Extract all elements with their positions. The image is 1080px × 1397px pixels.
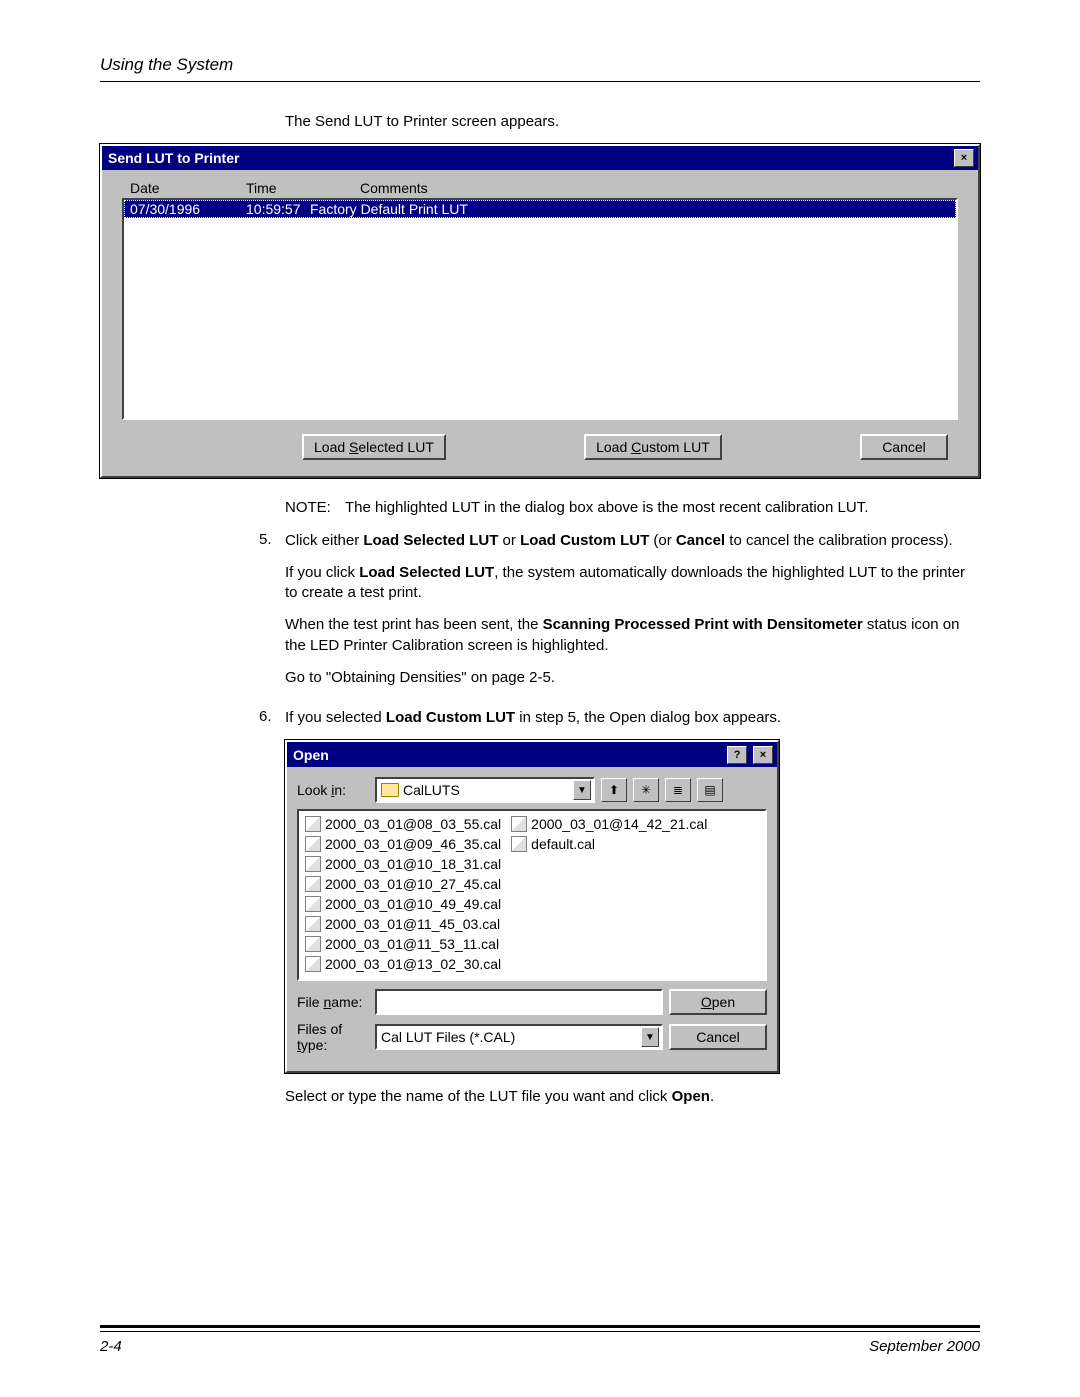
new-folder-icon[interactable]: ✳ bbox=[633, 778, 659, 802]
lookin-dropdown[interactable]: CalLUTS ▼ bbox=[375, 777, 595, 803]
file-icon bbox=[305, 956, 321, 972]
cancel-button[interactable]: Cancel bbox=[860, 434, 948, 460]
file-icon bbox=[305, 936, 321, 952]
close-icon[interactable]: × bbox=[753, 746, 773, 764]
load-selected-button[interactable]: Load Selected LUT bbox=[302, 434, 446, 460]
step5-p3: When the test print has been sent, the S… bbox=[285, 615, 980, 656]
cancel-button[interactable]: Cancel bbox=[669, 1024, 767, 1050]
file-name: 2000_03_01@11_53_11.cal bbox=[325, 936, 499, 952]
lut-listbox[interactable]: 07/30/1996 10:59:57 Factory Default Prin… bbox=[122, 198, 958, 420]
chevron-down-icon[interactable]: ▼ bbox=[573, 780, 591, 800]
file-icon bbox=[305, 816, 321, 832]
list-item[interactable]: 07/30/1996 10:59:57 Factory Default Prin… bbox=[124, 200, 956, 218]
step-number: 6. bbox=[259, 708, 285, 1120]
note: NOTE: The highlighted LUT in the dialog … bbox=[285, 498, 980, 518]
lookin-value: CalLUTS bbox=[403, 782, 460, 798]
col-comments: Comments bbox=[360, 180, 958, 196]
header-rule bbox=[100, 81, 980, 82]
file-icon bbox=[305, 896, 321, 912]
list-headers: Date Time Comments bbox=[122, 176, 958, 198]
up-folder-icon[interactable]: ⬆ bbox=[601, 778, 627, 802]
cell-comments: Factory Default Print LUT bbox=[310, 201, 952, 217]
note-text: The highlighted LUT in the dialog box ab… bbox=[345, 498, 868, 518]
cell-time: 10:59:57 bbox=[246, 201, 310, 217]
filetype-dropdown[interactable]: Cal LUT Files (*.CAL) ▼ bbox=[375, 1024, 663, 1050]
file-name: 2000_03_01@10_27_45.cal bbox=[325, 876, 501, 892]
dialog-titlebar: Open ? × bbox=[287, 742, 777, 767]
col-time: Time bbox=[246, 180, 310, 196]
col-date: Date bbox=[128, 180, 246, 196]
file-name: 2000_03_01@09_46_35.cal bbox=[325, 836, 501, 852]
step5-p2: If you click Load Selected LUT, the syst… bbox=[285, 563, 980, 604]
file-item[interactable]: 2000_03_01@08_03_55.cal bbox=[305, 815, 501, 833]
file-item[interactable]: default.cal bbox=[511, 835, 707, 853]
cell-date: 07/30/1996 bbox=[128, 201, 246, 217]
step5-p1: Click either Load Selected LUT or Load C… bbox=[285, 531, 980, 551]
footer-rule bbox=[100, 1331, 980, 1332]
chevron-down-icon[interactable]: ▼ bbox=[641, 1027, 659, 1047]
open-button[interactable]: Open bbox=[669, 989, 767, 1015]
details-view-icon[interactable]: ▤ bbox=[697, 778, 723, 802]
file-icon bbox=[511, 816, 527, 832]
filetype-value: Cal LUT Files (*.CAL) bbox=[381, 1029, 515, 1045]
intro-text: The Send LUT to Printer screen appears. bbox=[285, 112, 980, 132]
file-name: 2000_03_01@11_45_03.cal bbox=[325, 916, 500, 932]
file-name: 2000_03_01@10_18_31.cal bbox=[325, 856, 501, 872]
filename-input[interactable] bbox=[375, 989, 663, 1015]
dialog-title: Open bbox=[293, 747, 329, 763]
help-icon[interactable]: ? bbox=[727, 746, 747, 764]
step5-p4: Go to "Obtaining Densities" on page 2-5. bbox=[285, 668, 980, 688]
file-item[interactable]: 2000_03_01@14_42_21.cal bbox=[511, 815, 707, 833]
step-number: 5. bbox=[259, 531, 285, 701]
step6-p1: If you selected Load Custom LUT in step … bbox=[285, 708, 980, 728]
file-icon bbox=[305, 836, 321, 852]
dialog-titlebar: Send LUT to Printer × bbox=[102, 146, 978, 170]
file-name: default.cal bbox=[531, 836, 595, 852]
file-icon bbox=[305, 916, 321, 932]
file-item[interactable]: 2000_03_01@10_27_45.cal bbox=[305, 875, 501, 893]
close-icon[interactable]: × bbox=[954, 149, 974, 167]
send-lut-dialog: Send LUT to Printer × Date Time Comments… bbox=[100, 144, 980, 478]
file-name: 2000_03_01@13_02_30.cal bbox=[325, 956, 501, 972]
file-item[interactable]: 2000_03_01@10_49_49.cal bbox=[305, 895, 501, 913]
file-icon bbox=[305, 856, 321, 872]
dialog-title: Send LUT to Printer bbox=[108, 150, 239, 166]
list-view-icon[interactable]: ≣ bbox=[665, 778, 691, 802]
filename-label: File name: bbox=[297, 994, 369, 1010]
file-name: 2000_03_01@08_03_55.cal bbox=[325, 816, 501, 832]
file-item[interactable]: 2000_03_01@10_18_31.cal bbox=[305, 855, 501, 873]
note-label: NOTE: bbox=[285, 498, 345, 518]
file-name: 2000_03_01@10_49_49.cal bbox=[325, 896, 501, 912]
open-dialog: Open ? × Look in: bbox=[285, 740, 779, 1073]
page-number: 2-4 bbox=[100, 1338, 122, 1355]
file-item[interactable]: 2000_03_01@11_53_11.cal bbox=[305, 935, 501, 953]
file-list[interactable]: 2000_03_01@08_03_55.cal 2000_03_01@09_46_… bbox=[297, 809, 767, 981]
file-icon bbox=[305, 876, 321, 892]
file-item[interactable]: 2000_03_01@13_02_30.cal bbox=[305, 955, 501, 973]
file-item[interactable]: 2000_03_01@11_45_03.cal bbox=[305, 915, 501, 933]
load-custom-button[interactable]: Load Custom LUT bbox=[584, 434, 722, 460]
page-header: Using the System bbox=[100, 55, 980, 75]
folder-icon bbox=[381, 783, 399, 797]
footer-rule bbox=[100, 1325, 980, 1328]
file-icon bbox=[511, 836, 527, 852]
filetype-label: Files of type: bbox=[297, 1021, 369, 1053]
lookin-label: Look in: bbox=[297, 782, 369, 798]
footer-date: September 2000 bbox=[869, 1338, 980, 1355]
file-name: 2000_03_01@14_42_21.cal bbox=[531, 816, 707, 832]
after-open-text: Select or type the name of the LUT file … bbox=[285, 1087, 980, 1107]
file-item[interactable]: 2000_03_01@09_46_35.cal bbox=[305, 835, 501, 853]
